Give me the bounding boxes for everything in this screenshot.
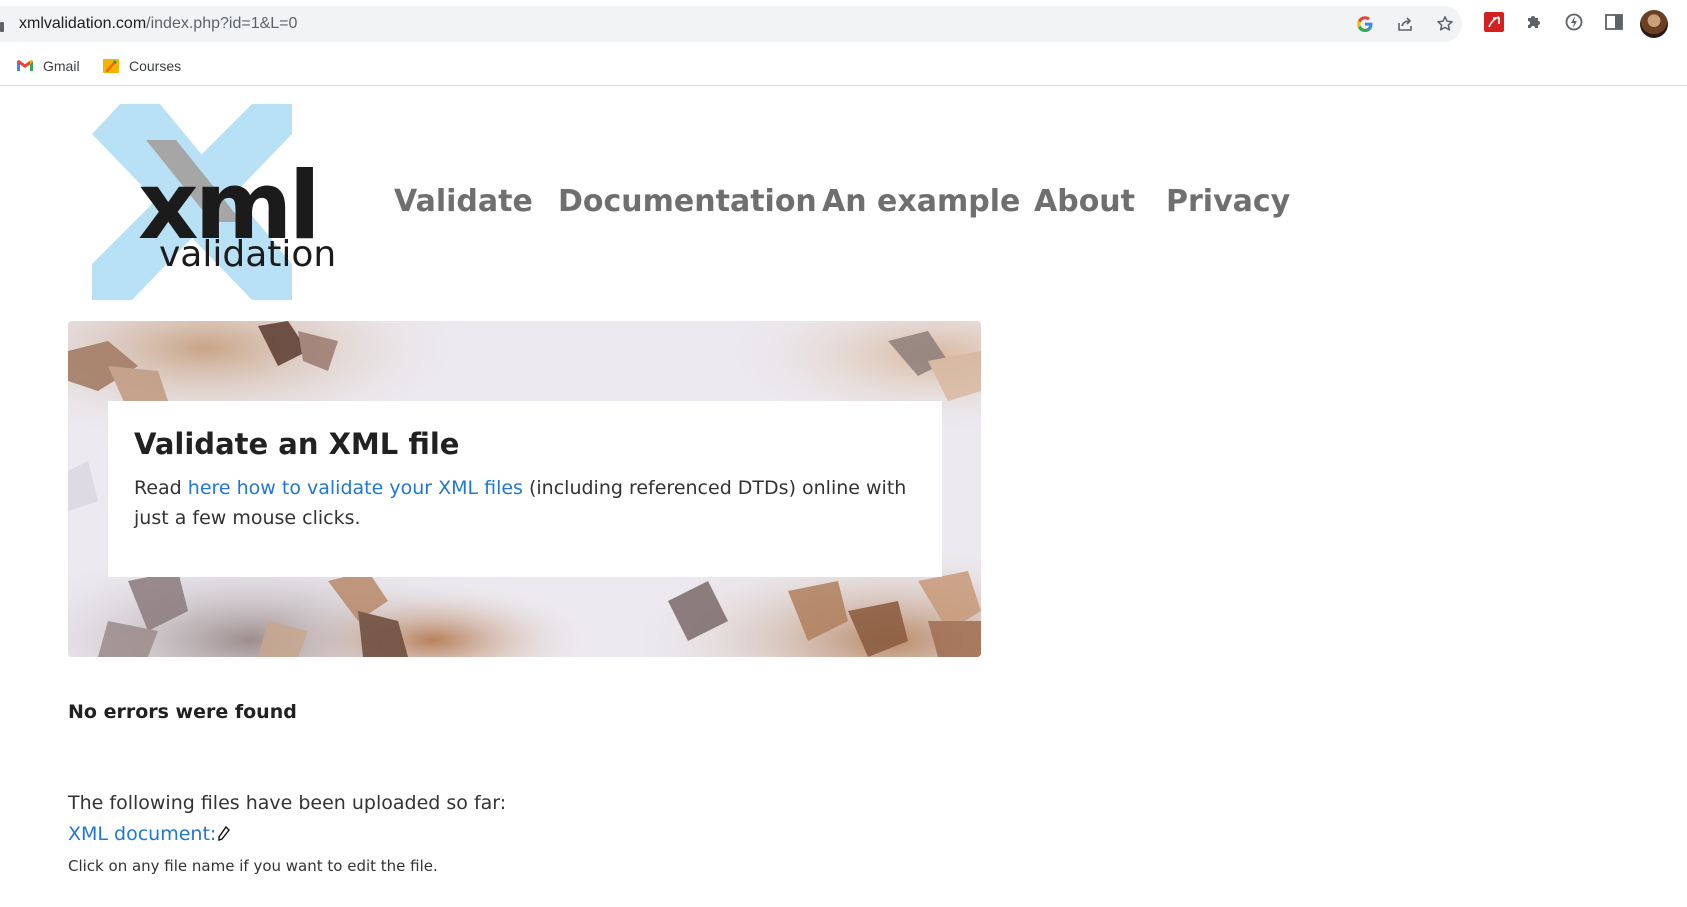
logo-validation-text: validation [159, 234, 336, 275]
hero-description: Read here how to validate your XML files… [134, 473, 916, 533]
bookmark-label: Courses [129, 58, 182, 74]
hero-banner: Validate an XML file Read here how to va… [68, 321, 981, 657]
hero-card: Validate an XML file Read here how to va… [108, 401, 942, 577]
side-panel-icon[interactable] [1604, 12, 1624, 32]
site-info-icon[interactable] [0, 22, 4, 32]
url-text[interactable]: xmlvalidation.com/index.php?id=1&L=0 [19, 15, 297, 33]
nav-privacy[interactable]: Privacy [1166, 184, 1290, 219]
nav-an-example[interactable]: An example [822, 184, 1020, 219]
nav-documentation[interactable]: Documentation [558, 184, 817, 219]
gmail-icon [17, 60, 33, 71]
google-lens-icon[interactable] [1356, 15, 1374, 33]
hero-text-before: Read [134, 477, 188, 499]
extensions-puzzle-icon[interactable] [1524, 12, 1544, 32]
bookmark-star-icon[interactable] [1436, 15, 1454, 33]
bookmark-courses[interactable]: Courses [102, 56, 181, 76]
pdf-extension-icon[interactable] [1484, 12, 1504, 32]
uploaded-files-label: The following files have been uploaded s… [68, 792, 507, 814]
nav-validate[interactable]: Validate [394, 184, 533, 219]
xml-document-link-label: XML document: [68, 823, 217, 845]
edit-hint: Click on any file name if you want to ed… [68, 857, 438, 875]
courses-icon [103, 59, 119, 73]
performance-icon[interactable] [1564, 12, 1584, 32]
validation-status: No errors were found [68, 701, 297, 723]
nav-about[interactable]: About [1034, 184, 1135, 219]
url-host: xmlvalidation.com [19, 15, 147, 32]
edit-pencil-icon [218, 826, 231, 841]
xml-document-link[interactable]: XML document: [68, 823, 231, 845]
browser-toolbar: xmlvalidation.com/index.php?id=1&L=0 [0, 0, 1687, 44]
url-path: /index.php?id=1&L=0 [146, 15, 298, 32]
site-logo[interactable]: xml validation [92, 104, 352, 304]
share-icon[interactable] [1396, 15, 1414, 33]
address-bar[interactable]: xmlvalidation.com/index.php?id=1&L=0 [0, 6, 1462, 42]
bookmarks-bar: Gmail Courses [0, 44, 1687, 86]
hero-title: Validate an XML file [134, 427, 460, 461]
how-to-validate-link[interactable]: here how to validate your XML files [188, 477, 523, 499]
bookmark-gmail[interactable]: Gmail [16, 56, 80, 76]
profile-avatar[interactable] [1640, 10, 1668, 38]
bookmark-label: Gmail [43, 58, 80, 74]
